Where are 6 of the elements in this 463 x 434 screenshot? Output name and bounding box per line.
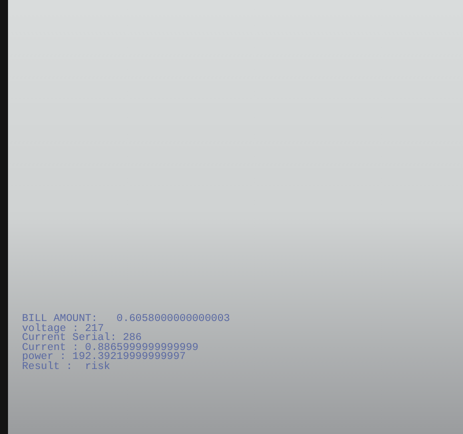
console-line: power : 192.39219999999997 [22, 353, 186, 362]
console-line: BILL AMOUNT: 0.6058000000000003 [22, 315, 230, 324]
console-line: Result : risk [22, 362, 110, 372]
console-line: voltage : 217 [22, 324, 104, 334]
console-line: Current : 0.8865999999999999 [22, 344, 198, 353]
console-line: Current Serial: 286 [22, 334, 142, 344]
